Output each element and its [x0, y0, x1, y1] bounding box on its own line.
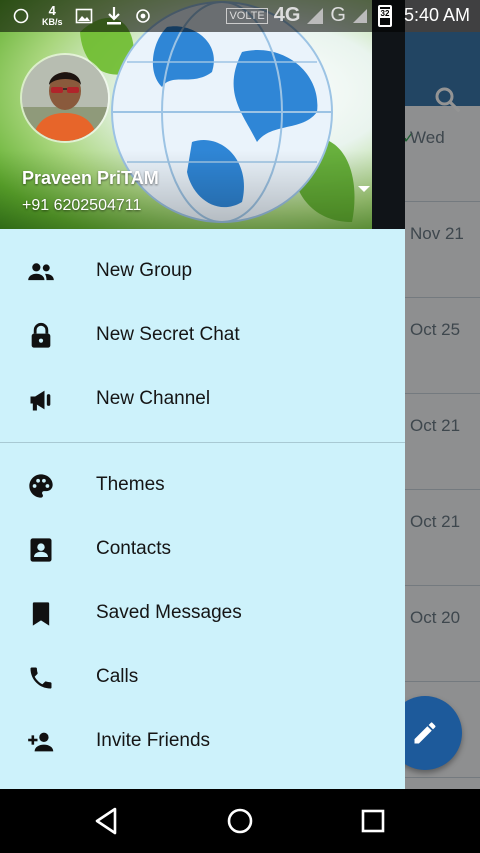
location-target-icon [135, 8, 150, 23]
phone-icon [30, 667, 52, 689]
signal-icon [307, 7, 324, 24]
menu-item-new-channel[interactable]: New Channel [0, 368, 405, 432]
menu-label: New Group [96, 260, 193, 281]
contact-card-icon [30, 538, 52, 562]
drawer-header: Praveen PriTAM +91 6202504711 [0, 0, 372, 229]
sync-circle-icon [13, 8, 29, 23]
battery-level: 32 [377, 8, 392, 18]
avatar[interactable] [22, 55, 108, 141]
account-switch-arrow-icon[interactable] [358, 186, 370, 192]
network-speed-unit: KB/s [42, 17, 63, 27]
user-name: Praveen PriTAM [22, 168, 159, 188]
menu-item-new-group[interactable]: New Group [0, 240, 405, 304]
menu-item-calls[interactable]: Calls [0, 646, 405, 710]
clock: 5:40 AM [403, 5, 470, 25]
menu-item-saved-messages[interactable]: Saved Messages [0, 582, 405, 646]
pencil-icon [414, 722, 436, 744]
status-bar: 4 KB/s VOLTE 4G G 32 5:40 AM [0, 0, 480, 32]
system-nav-bar [0, 789, 480, 853]
menu-label: Calls [96, 666, 139, 687]
menu-label: Themes [96, 474, 165, 495]
menu-label: Invite Friends [96, 730, 211, 751]
add-person-icon [28, 732, 54, 752]
signal-icon-secondary [352, 8, 367, 23]
header-shade [0, 150, 372, 229]
network-type-4g: 4G [273, 4, 301, 26]
download-icon [106, 6, 121, 24]
menu-divider [0, 442, 405, 443]
network-speed: 4 KB/s [42, 4, 63, 27]
menu-item-contacts[interactable]: Contacts [0, 518, 405, 582]
menu-item-new-secret-chat[interactable]: New Secret Chat [0, 304, 405, 368]
back-icon[interactable] [89, 803, 125, 839]
megaphone-icon [30, 390, 51, 411]
network-type-g: G [330, 4, 346, 26]
menu-item-themes[interactable]: Themes [0, 454, 405, 518]
menu-label: Saved Messages [96, 602, 242, 623]
menu-label: New Channel [96, 388, 211, 409]
palette-icon [29, 474, 53, 498]
group-icon [28, 263, 54, 281]
bookmark-icon [32, 602, 50, 626]
header-edge [372, 0, 405, 229]
profile-photo [22, 55, 108, 141]
menu-label: Contacts [96, 538, 171, 559]
recents-icon[interactable] [355, 803, 391, 839]
lock-icon [31, 322, 51, 348]
battery-icon: 32 [377, 4, 392, 27]
user-phone: +91 6202504711 [22, 197, 142, 214]
network-speed-value: 4 [48, 3, 56, 18]
home-icon[interactable] [222, 803, 258, 839]
image-icon [75, 8, 92, 23]
navigation-drawer: Praveen PriTAM +91 6202504711 New Group … [0, 0, 405, 789]
volte-badge: VOLTE [226, 7, 268, 24]
menu-item-invite-friends[interactable]: Invite Friends [0, 710, 405, 774]
menu-label: New Secret Chat [96, 324, 240, 345]
